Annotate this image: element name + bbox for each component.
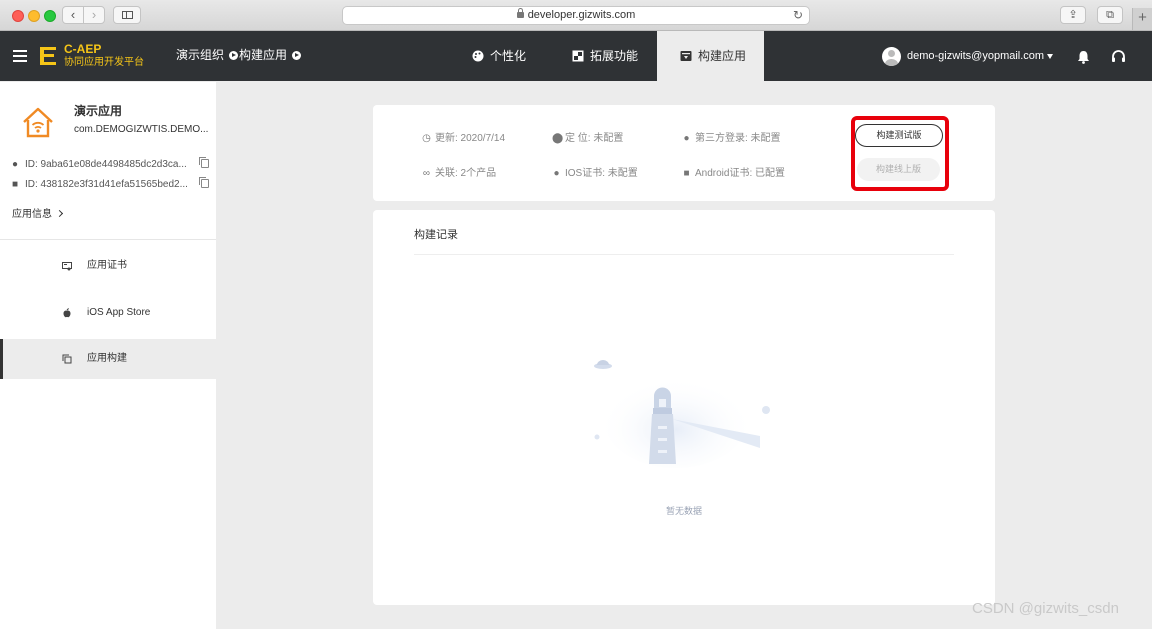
android-cert-text: Android证书: 已配置 bbox=[695, 168, 786, 179]
chevron-down-icon[interactable] bbox=[1047, 54, 1053, 59]
back-button[interactable]: ‹ bbox=[62, 6, 84, 24]
build-release-button[interactable]: 构建线上版 bbox=[857, 158, 940, 181]
brand-subtitle: 协同应用开发平台 bbox=[64, 57, 144, 68]
third-party-login-meta: ● 第三方登录: 未配置 bbox=[682, 129, 781, 144]
tab-extensions[interactable]: 拓展功能 bbox=[572, 31, 638, 81]
c-aep-logo-icon bbox=[40, 47, 56, 65]
app-name: 演示应用 bbox=[74, 104, 123, 118]
updated-meta: ◷ 更新: 2020/7/14 bbox=[422, 129, 505, 144]
breadcrumb-org-label: 演示组织 bbox=[176, 48, 225, 62]
copy-icon[interactable] bbox=[199, 177, 209, 188]
sidebar-item-label: 应用构建 bbox=[87, 353, 127, 364]
browser-toolbar: ‹ › developer.gizwits.com ↻ ⇪ ⧉ + bbox=[0, 0, 1152, 31]
sidebar-item-ios-app-store[interactable]: iOS App Store bbox=[0, 293, 216, 333]
headset-icon[interactable] bbox=[1111, 50, 1126, 64]
minimize-window-button[interactable] bbox=[28, 10, 40, 22]
build-box-icon bbox=[680, 51, 692, 61]
apple-icon: ● bbox=[12, 159, 19, 170]
show-tabs-button[interactable]: ⧉ bbox=[1097, 6, 1123, 24]
divider bbox=[0, 239, 216, 240]
forward-button[interactable]: › bbox=[83, 6, 105, 24]
user-avatar[interactable] bbox=[882, 47, 901, 66]
sidebar-item-app-certificate[interactable]: 应用证书 bbox=[0, 246, 216, 286]
tab-extensions-label: 拓展功能 bbox=[590, 49, 639, 63]
copy-build-icon bbox=[62, 354, 72, 364]
build-test-button[interactable]: 构建测试版 bbox=[855, 124, 943, 147]
tab-personalize-label: 个性化 bbox=[490, 49, 527, 63]
android-icon: ■ bbox=[12, 179, 19, 190]
sidebar: 演示应用 com.DEMOGIZWTIS.DEMO... ● ID: 9aba61… bbox=[0, 82, 216, 629]
play-circle-icon bbox=[229, 51, 239, 60]
location-meta: ⬤ 定 位: 未配置 bbox=[552, 129, 623, 144]
app-info-label: 应用信息 bbox=[12, 209, 52, 220]
smart-home-app-icon bbox=[23, 107, 53, 138]
sidebar-toggle-button[interactable] bbox=[113, 6, 141, 24]
ios-app-id-row: ● ID: 9aba61e08de4498485dc2d3ca... bbox=[12, 157, 212, 170]
app-header: C-AEP 协同应用开发平台 演示组织 构建应用 个性化 拓展功能 构建应用 d… bbox=[0, 31, 1152, 82]
linked-meta: ∞ 关联: 2个产品 bbox=[422, 164, 496, 179]
app-info-link[interactable]: 应用信息 bbox=[12, 205, 64, 220]
tab-build-app-label: 构建应用 bbox=[698, 49, 747, 63]
apple-icon bbox=[63, 308, 71, 318]
tab-build-app[interactable]: 构建应用 bbox=[657, 31, 764, 82]
android-app-id: ID: 438182e3f31d41efa51565bed2... bbox=[25, 179, 188, 190]
user-email[interactable]: demo-gizwits@yopmail.com bbox=[907, 49, 1044, 63]
sidebar-item-label: iOS App Store bbox=[87, 307, 151, 318]
location-text: 定 位: 未配置 bbox=[565, 133, 624, 144]
breadcrumb-build-label: 构建应用 bbox=[239, 48, 288, 62]
extension-icon bbox=[572, 50, 584, 62]
empty-lighthouse-illustration bbox=[594, 360, 770, 468]
chevron-right-icon bbox=[55, 209, 64, 218]
user-icon: ● bbox=[683, 133, 690, 144]
breadcrumb-build[interactable]: 构建应用 bbox=[239, 48, 302, 62]
watermark-text: CSDN @gizwits_csdn bbox=[972, 600, 1119, 617]
location-pin-icon: ⬤ bbox=[552, 133, 564, 144]
close-window-button[interactable] bbox=[12, 10, 24, 22]
ios-cert-meta: ● IOS证书: 未配置 bbox=[552, 164, 638, 179]
page-bottom bbox=[216, 617, 1152, 629]
sidebar-item-app-build[interactable]: 应用构建 bbox=[0, 339, 216, 379]
copy-icon[interactable] bbox=[199, 157, 209, 168]
updated-text: 更新: 2020/7/14 bbox=[435, 133, 506, 144]
brand-name: C-AEP bbox=[64, 42, 102, 56]
certificate-icon bbox=[62, 262, 72, 271]
app-package-name: com.DEMOGIZWTIS.DEMO... bbox=[74, 124, 209, 135]
empty-state-text: 暂无数据 bbox=[665, 506, 702, 516]
breadcrumb-org[interactable]: 演示组织 bbox=[176, 48, 239, 62]
new-tab-button[interactable]: + bbox=[1132, 8, 1152, 30]
android-app-id-row: ■ ID: 438182e3f31d41efa51565bed2... bbox=[12, 177, 212, 190]
third-party-login-text: 第三方登录: 未配置 bbox=[695, 133, 781, 144]
palette-icon bbox=[472, 50, 484, 62]
link-icon: ∞ bbox=[422, 168, 431, 179]
android-icon: ■ bbox=[683, 168, 690, 179]
url-text: developer.gizwits.com bbox=[527, 9, 636, 21]
play-circle-icon bbox=[292, 51, 302, 60]
lock-icon bbox=[516, 8, 524, 18]
ios-app-id: ID: 9aba61e08de4498485dc2d3ca... bbox=[25, 159, 187, 170]
sidebar-icon bbox=[122, 11, 133, 19]
clock-icon: ◷ bbox=[422, 133, 431, 144]
zoom-window-button[interactable] bbox=[44, 10, 56, 22]
ios-cert-text: IOS证书: 未配置 bbox=[565, 168, 638, 179]
build-records-title: 构建记录 bbox=[414, 229, 458, 241]
divider bbox=[414, 254, 954, 255]
reload-icon[interactable]: ↻ bbox=[793, 7, 803, 24]
address-bar[interactable]: developer.gizwits.com ↻ bbox=[342, 6, 810, 25]
menu-icon[interactable] bbox=[13, 50, 27, 62]
linked-text: 关联: 2个产品 bbox=[435, 168, 497, 179]
apple-icon: ● bbox=[553, 168, 560, 179]
tab-personalize[interactable]: 个性化 bbox=[472, 31, 526, 81]
android-cert-meta: ■ Android证书: 已配置 bbox=[682, 164, 785, 179]
sidebar-item-label: 应用证书 bbox=[87, 260, 127, 271]
bell-icon[interactable] bbox=[1077, 50, 1090, 64]
share-button[interactable]: ⇪ bbox=[1060, 6, 1086, 24]
